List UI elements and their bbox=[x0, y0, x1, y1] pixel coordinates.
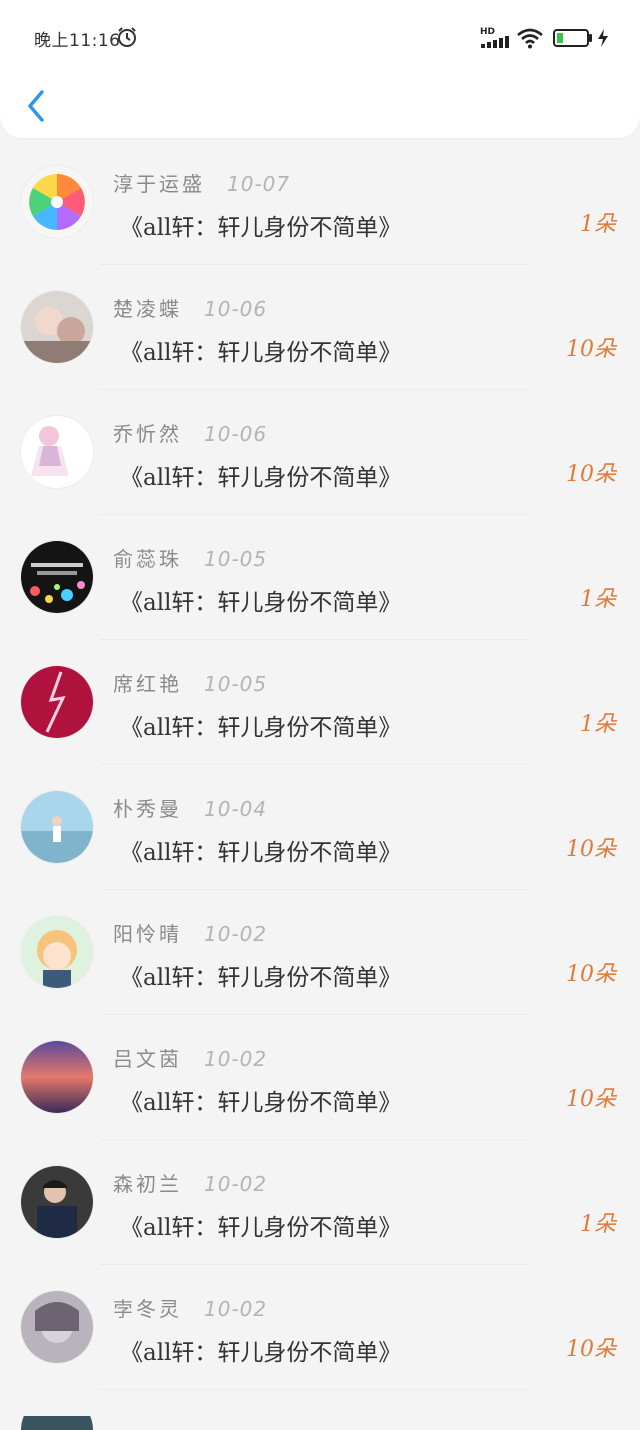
book-title: 《all轩：轩儿身份不简单》 bbox=[120, 1340, 402, 1366]
flower-count: 10朵 bbox=[566, 1337, 616, 1362]
gift-date: 10-02 bbox=[204, 1172, 268, 1196]
avatar[interactable] bbox=[21, 541, 93, 613]
gift-date: 10-05 bbox=[204, 672, 268, 696]
gift-date: 10-02 bbox=[204, 1297, 268, 1321]
avatar[interactable] bbox=[21, 1166, 93, 1238]
cell-signal-icon bbox=[481, 36, 509, 48]
gift-date: 10-07 bbox=[227, 172, 291, 196]
book-title: 《all轩：轩儿身份不简单》 bbox=[120, 465, 402, 491]
book-title: 《all轩：轩儿身份不简单》 bbox=[120, 965, 402, 991]
list-item[interactable]: 楚凌蝶 10-06 《all轩：轩儿身份不简单》 10朵 bbox=[0, 265, 640, 390]
flower-count: 10朵 bbox=[566, 462, 616, 487]
avatar[interactable] bbox=[21, 166, 93, 238]
list-item[interactable]: 俞蕊珠 10-05 《all轩：轩儿身份不简单》 1朵 bbox=[0, 515, 640, 640]
flower-count: 10朵 bbox=[566, 962, 616, 987]
sender-name: 阳怜晴 10-02 bbox=[113, 922, 268, 946]
avatar[interactable] bbox=[21, 416, 93, 488]
book-title: 《all轩：轩儿身份不简单》 bbox=[120, 1215, 402, 1241]
flower-count: 1朵 bbox=[580, 212, 616, 237]
list-item[interactable]: 吕文茵 10-02 《all轩：轩儿身份不简单》 10朵 bbox=[0, 1015, 640, 1140]
avatar[interactable] bbox=[21, 1041, 93, 1113]
book-title: 《all轩：轩儿身份不简单》 bbox=[120, 1090, 402, 1116]
flower-count: 10朵 bbox=[566, 337, 616, 362]
avatar[interactable] bbox=[21, 1416, 93, 1430]
book-title: 《all轩：轩儿身份不简单》 bbox=[120, 715, 402, 741]
gift-date: 10-06 bbox=[204, 422, 268, 446]
gift-date: 10-04 bbox=[204, 797, 268, 821]
gift-date: 10-02 bbox=[204, 1047, 268, 1071]
sender-name: 楚凌蝶 10-06 bbox=[113, 297, 268, 321]
flower-count: 10朵 bbox=[566, 837, 616, 862]
list-item[interactable]: 乔忻然 10-06 《all轩：轩儿身份不简单》 10朵 bbox=[0, 390, 640, 515]
avatar[interactable] bbox=[21, 791, 93, 863]
avatar[interactable] bbox=[21, 291, 93, 363]
avatar[interactable] bbox=[21, 916, 93, 988]
list-item[interactable]: 席红艳 10-05 《all轩：轩儿身份不简单》 1朵 bbox=[0, 640, 640, 765]
gift-list: 淳于运盛 10-07 《all轩：轩儿身份不简单》 1朵 楚凌蝶 10-06 《al… bbox=[0, 140, 640, 1430]
sender-name: 俞蕊珠 10-05 bbox=[113, 547, 268, 571]
top-header: 晚上11:16 HD bbox=[0, 0, 640, 138]
charging-bolt-icon bbox=[598, 29, 608, 47]
book-title: 《all轩：轩儿身份不简单》 bbox=[120, 590, 402, 616]
sender-name: 吕文茵 10-02 bbox=[113, 1047, 268, 1071]
flower-count: 1朵 bbox=[580, 712, 616, 737]
book-title: 《all轩：轩儿身份不简单》 bbox=[120, 340, 402, 366]
sender-name: 孛冬灵 10-02 bbox=[113, 1297, 268, 1321]
sender-name: 森初兰 10-02 bbox=[113, 1172, 268, 1196]
sender-name: 乔忻然 10-06 bbox=[113, 422, 268, 446]
back-button[interactable] bbox=[22, 86, 52, 126]
flower-count: 1朵 bbox=[580, 1212, 616, 1237]
book-title: 《all轩：轩儿身份不简单》 bbox=[120, 840, 402, 866]
gift-date: 10-05 bbox=[204, 547, 268, 571]
flower-count: 10朵 bbox=[566, 1087, 616, 1112]
list-item[interactable]: 淳于运盛 10-07 《all轩：轩儿身份不简单》 1朵 bbox=[0, 140, 640, 265]
flower-count: 1朵 bbox=[580, 587, 616, 612]
alarm-clock-icon bbox=[118, 27, 136, 47]
list-item[interactable]: 朴秀曼 10-04 《all轩：轩儿身份不简单》 10朵 bbox=[0, 765, 640, 890]
sender-name: 淳于运盛 10-07 bbox=[113, 172, 291, 196]
list-item[interactable]: 孛冬灵 10-02 《all轩：轩儿身份不简单》 10朵 bbox=[0, 1265, 640, 1390]
list-item-partial[interactable] bbox=[0, 1390, 640, 1430]
avatar[interactable] bbox=[21, 1291, 93, 1363]
gift-date: 10-06 bbox=[204, 297, 268, 321]
list-item[interactable]: 森初兰 10-02 《all轩：轩儿身份不简单》 1朵 bbox=[0, 1140, 640, 1265]
battery-icon bbox=[553, 29, 592, 47]
sender-name: 席红艳 10-05 bbox=[113, 672, 268, 696]
status-time: 晚上11:16 bbox=[34, 31, 121, 51]
avatar[interactable] bbox=[21, 666, 93, 738]
wifi-icon bbox=[517, 28, 543, 49]
book-title: 《all轩：轩儿身份不简单》 bbox=[120, 215, 402, 241]
gift-date: 10-02 bbox=[204, 922, 268, 946]
list-item[interactable]: 阳怜晴 10-02 《all轩：轩儿身份不简单》 10朵 bbox=[0, 890, 640, 1015]
sender-name: 朴秀曼 10-04 bbox=[113, 797, 268, 821]
